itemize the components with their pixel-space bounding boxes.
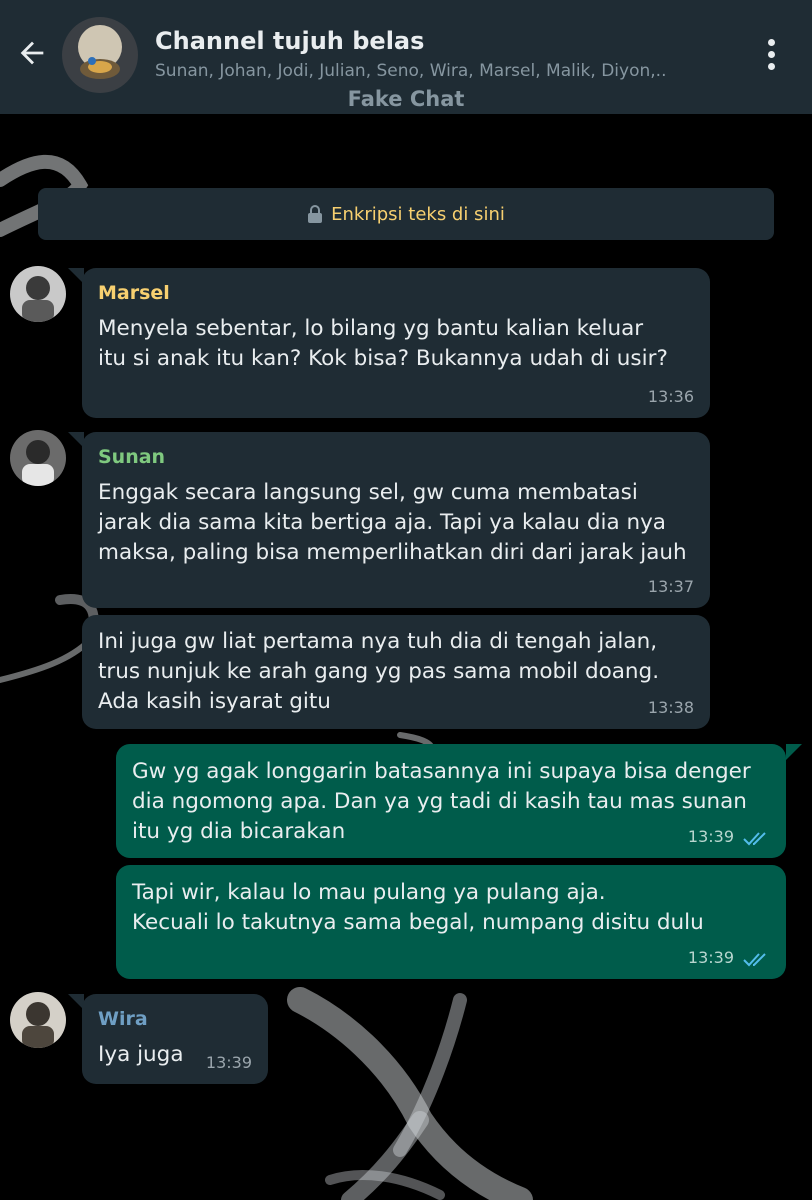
more-vertical-dot bbox=[767, 62, 775, 70]
avatar-marsel[interactable] bbox=[10, 266, 66, 322]
back-button[interactable] bbox=[12, 30, 52, 76]
message-time: 13:39 bbox=[687, 948, 734, 967]
message-bubble[interactable]: Marsel Menyela sebentar, lo bilang yg ba… bbox=[82, 268, 710, 418]
more-options-button[interactable] bbox=[758, 34, 784, 74]
message-time: 13:39 bbox=[687, 827, 734, 846]
double-check-icon bbox=[743, 953, 766, 967]
message-time: 13:38 bbox=[647, 698, 694, 717]
message-text: Ini juga gw liat pertama nya tuh dia di … bbox=[98, 629, 660, 714]
more-vertical-dot bbox=[767, 50, 775, 58]
sender-name[interactable]: Sunan bbox=[98, 446, 694, 468]
more-vertical-icon bbox=[767, 38, 775, 46]
message-bubble[interactable]: Tapi wir, kalau lo mau pulang ya pulang … bbox=[116, 865, 786, 979]
group-avatar-image bbox=[62, 17, 138, 93]
bubble-tail bbox=[786, 744, 802, 760]
encryption-notice[interactable]: Enkripsi teks di sini bbox=[38, 188, 774, 240]
message-bubble[interactable]: Sunan Enggak secara langsung sel, gw cum… bbox=[82, 432, 710, 608]
message-text: Gw yg agak longgarin batasannya ini supa… bbox=[132, 759, 751, 844]
message-bubble[interactable]: Gw yg agak longgarin batasannya ini supa… bbox=[116, 744, 786, 858]
group-avatar[interactable] bbox=[62, 17, 138, 93]
message-text: Menyela sebentar, lo bilang yg bantu kal… bbox=[98, 316, 668, 371]
chat-subtitle: Fake Chat bbox=[347, 87, 465, 111]
encryption-label: Enkripsi teks di sini bbox=[331, 203, 505, 225]
arrow-left-icon bbox=[20, 41, 44, 65]
message-time: 13:36 bbox=[647, 387, 694, 406]
sender-name[interactable]: Wira bbox=[98, 1008, 252, 1030]
message-text: Tapi wir, kalau lo mau pulang ya pulang … bbox=[132, 880, 704, 935]
lock-icon bbox=[308, 205, 323, 223]
message-time: 13:37 bbox=[647, 577, 694, 596]
sender-name[interactable]: Marsel bbox=[98, 282, 694, 304]
message-text: Enggak secara langsung sel, gw cuma memb… bbox=[98, 480, 687, 565]
avatar-wira[interactable] bbox=[10, 992, 66, 1048]
message-time: 13:39 bbox=[205, 1053, 252, 1072]
member-list: Sunan, Johan, Jodi, Julian, Seno, Wira, … bbox=[155, 61, 667, 81]
chat-header: Channel tujuh belas Sunan, Johan, Jodi, … bbox=[0, 0, 812, 114]
message-bubble[interactable]: Wira Iya juga 13:39 bbox=[82, 994, 268, 1084]
avatar-sunan[interactable] bbox=[10, 430, 66, 486]
double-check-icon bbox=[743, 832, 766, 846]
message-bubble[interactable]: Ini juga gw liat pertama nya tuh dia di … bbox=[82, 615, 710, 729]
chat-title[interactable]: Channel tujuh belas bbox=[155, 27, 424, 55]
